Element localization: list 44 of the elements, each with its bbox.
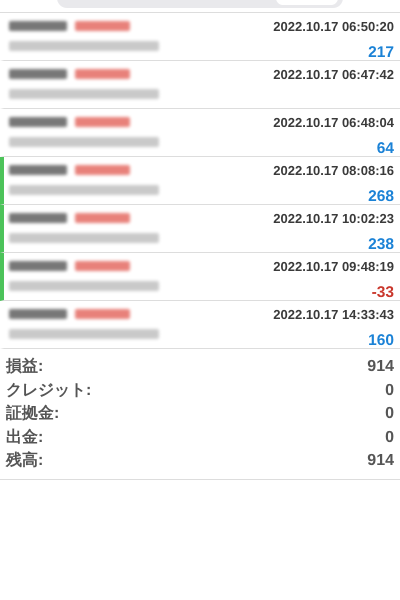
- deal-row[interactable]: 2022.10.17 08:08:16 268: [0, 157, 400, 205]
- deal-time: 2022.10.17 08:08:16: [273, 162, 394, 180]
- blurred-symbol: [9, 261, 67, 271]
- blurred-symbol: [9, 309, 67, 319]
- blurred-order-type: [75, 21, 130, 31]
- deal-profit: 268: [368, 186, 394, 206]
- blurred-order-type: [75, 117, 130, 127]
- summary-value: 0: [385, 380, 394, 400]
- summary-label: 損益:: [6, 356, 44, 377]
- deal-row[interactable]: 2022.10.17 10:02:23 238: [0, 205, 400, 253]
- blurred-order-type: [75, 213, 130, 223]
- summary-label: 残高:: [6, 450, 44, 471]
- deal-row[interactable]: 2022.10.17 14:33:43 160: [0, 301, 400, 349]
- blurred-order-type: [75, 309, 130, 319]
- summary-label: クレジット:: [6, 380, 92, 400]
- deal-profit: -33: [372, 282, 394, 302]
- deal-time: 2022.10.17 06:48:04: [273, 114, 394, 132]
- blurred-symbol: [9, 213, 67, 223]
- blurred-order-type: [75, 261, 130, 271]
- deal-time: 2022.10.17 09:48:19: [273, 258, 394, 276]
- deal-row[interactable]: 2022.10.17 06:48:04 64: [0, 109, 400, 157]
- deal-time: 2022.10.17 06:47:42: [273, 66, 394, 84]
- blurred-symbol: [9, 117, 67, 127]
- deal-time: 2022.10.17 10:02:23: [273, 210, 394, 228]
- blurred-symbol: [9, 21, 67, 31]
- summary-value: 0: [385, 404, 394, 424]
- blurred-order-type: [75, 165, 130, 175]
- blurred-symbol: [9, 165, 67, 175]
- summary-label: 証拠金:: [6, 403, 60, 424]
- deal-time: 2022.10.17 06:50:20: [273, 18, 394, 36]
- deal-time: 2022.10.17 14:33:43: [273, 306, 394, 324]
- summary-value: 914: [367, 357, 394, 377]
- summary-value: 0: [385, 428, 394, 448]
- deal-profit: 217: [368, 42, 394, 62]
- deal-row[interactable]: 2022.10.17 06:50:20 217: [0, 13, 400, 61]
- deal-row[interactable]: 2022.10.17 09:48:19 -33: [0, 253, 400, 301]
- deal-profit: 160: [368, 330, 394, 350]
- summary-label: 出金:: [6, 428, 44, 448]
- deal-profit: 64: [376, 138, 394, 158]
- summary-value: 914: [367, 451, 394, 471]
- blurred-order-type: [75, 69, 130, 79]
- deal-row[interactable]: 2022.10.17 06:47:42: [0, 61, 400, 109]
- blurred-symbol: [9, 69, 67, 79]
- deal-profit: 238: [368, 234, 394, 254]
